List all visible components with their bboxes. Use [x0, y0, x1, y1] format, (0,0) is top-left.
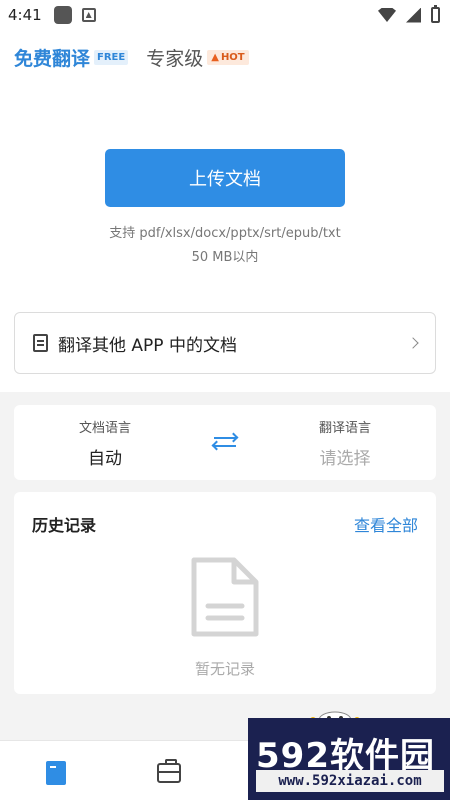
- free-badge: FREE: [94, 50, 129, 65]
- chevron-right-icon: [407, 337, 419, 349]
- upload-document-button[interactable]: 上传文档: [105, 149, 345, 207]
- status-bar: 4:41: [0, 0, 450, 30]
- language-card: 文档语言 自动 翻译语言 请选择: [14, 405, 436, 480]
- notification-a-icon: [81, 8, 96, 22]
- target-language-placeholder: 请选择: [319, 449, 371, 469]
- tab-free-translation[interactable]: 免费翻译 FREE: [14, 44, 129, 71]
- nav-documents-icon[interactable]: [46, 761, 66, 785]
- target-language-selector[interactable]: 翻译语言 请选择: [270, 417, 420, 469]
- tab-expert-label: 专家级: [146, 48, 204, 70]
- signal-icon: [406, 7, 421, 23]
- document-icon: [33, 334, 48, 352]
- watermark-logo: 592软件园 www.592xiazai.com: [248, 718, 450, 800]
- hot-badge-label: HOT: [220, 52, 245, 63]
- tab-expert[interactable]: 专家级 ▲ HOT: [146, 44, 249, 71]
- empty-history-text: 暂无记录: [194, 660, 255, 678]
- status-icons: [378, 5, 440, 23]
- source-language-title: 文档语言: [78, 421, 131, 436]
- source-language-selector[interactable]: 文档语言 自动: [30, 417, 180, 469]
- size-limit-text: 50 MB以内: [191, 250, 259, 265]
- swap-languages-icon[interactable]: [212, 431, 238, 453]
- fire-icon: ▲: [211, 52, 219, 63]
- supported-formats-text: 支持 pdf/xlsx/docx/pptx/srt/epub/txt: [109, 226, 341, 241]
- hot-badge: ▲ HOT: [207, 50, 249, 65]
- battery-icon: [431, 5, 440, 23]
- tab-free-label: 免费翻译: [14, 48, 91, 70]
- wifi-icon: [378, 8, 396, 22]
- app-notification-icon: [53, 6, 72, 24]
- nav-toolbox-icon[interactable]: [157, 759, 181, 783]
- history-card: 历史记录 查看全部 暂无记录: [14, 492, 436, 694]
- translation-tabs: 免费翻译 FREE 专家级 ▲ HOT: [14, 44, 267, 71]
- translate-other-app-row[interactable]: 翻译其他 APP 中的文档: [14, 312, 436, 374]
- translate-other-app-label: 翻译其他 APP 中的文档: [58, 335, 237, 356]
- view-all-link[interactable]: 查看全部: [354, 512, 418, 536]
- source-language-value: 自动: [88, 449, 122, 469]
- watermark-url: www.592xiazai.com: [256, 770, 444, 792]
- top-panel: 免费翻译 FREE 专家级 ▲ HOT 上传文档 支持 pdf/xlsx/doc…: [0, 30, 450, 392]
- status-time: 4:41: [8, 6, 42, 24]
- target-language-title: 翻译语言: [318, 421, 371, 436]
- empty-document-icon: [191, 557, 259, 637]
- history-title: 历史记录: [32, 516, 97, 535]
